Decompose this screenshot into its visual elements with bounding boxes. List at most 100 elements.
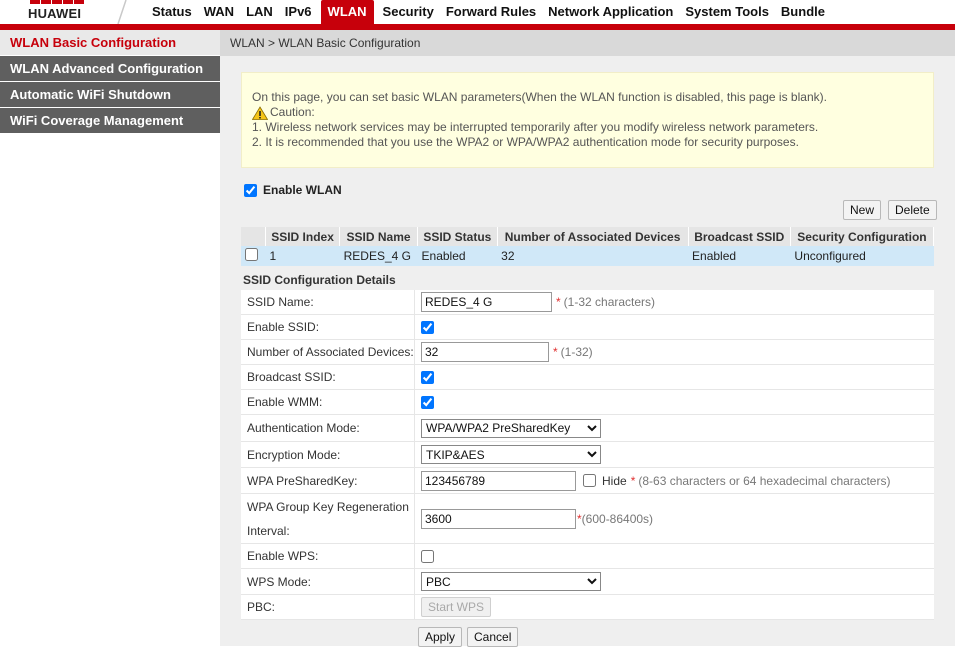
- pbc-label: PBC:: [241, 595, 415, 619]
- sidebar-item-wlan-basic[interactable]: WLAN Basic Configuration: [0, 30, 220, 55]
- broadcast-ssid-checkbox[interactable]: [421, 370, 434, 384]
- hide-key-label: Hide: [602, 473, 627, 488]
- associated-devices-label: Number of Associated Devices:: [241, 340, 415, 364]
- enable-wmm-checkbox[interactable]: [421, 395, 434, 409]
- group-key-label-line-1: WPA Group Key Regeneration: [247, 499, 409, 514]
- nav-tab-wan[interactable]: WAN: [198, 0, 240, 24]
- nav-tab-ipv6[interactable]: IPv6: [279, 0, 318, 24]
- table-row[interactable]: 1 REDES_4 G Enabled 32 Enabled Unconfigu…: [241, 246, 934, 266]
- ssid-details-form: SSID Name: * (1-32 characters) Enable SS…: [241, 290, 934, 620]
- huawei-flower-icon: [30, 0, 86, 4]
- top-nav: Status WAN LAN IPv6 WLAN Security Forwar…: [146, 0, 831, 24]
- brand-name: HUAWEI: [28, 6, 82, 21]
- group-key-interval-hint: (600-86400s): [581, 511, 654, 526]
- sidebar-item-wifi-coverage[interactable]: WiFi Coverage Management: [0, 108, 220, 133]
- huawei-logo: HUAWEI: [0, 0, 110, 24]
- notice-intro: On this page, you can set basic WLAN par…: [252, 90, 827, 104]
- enable-wmm-label: Enable WMM:: [241, 390, 415, 414]
- apply-button[interactable]: Apply: [418, 627, 463, 647]
- wps-mode-select[interactable]: PBC: [421, 572, 601, 591]
- encryption-mode-select[interactable]: TKIP&AES: [421, 445, 601, 464]
- wpa-presharedkey-hint: (8-63 characters or 64 hexadecimal chara…: [638, 473, 891, 488]
- authentication-mode-label: Authentication Mode:: [241, 415, 415, 441]
- row-broadcast-ssid: Broadcast SSID:: [241, 365, 934, 390]
- row-group-key-interval: WPA Group Key Regeneration Interval: * (…: [241, 494, 934, 544]
- row-pbc: PBC: Start WPS: [241, 595, 934, 620]
- notice-line-2: 2. It is recommended that you use the WP…: [252, 135, 799, 149]
- sidebar-item-wlan-advanced[interactable]: WLAN Advanced Configuration: [0, 56, 220, 81]
- main-content: WLAN > WLAN Basic Configuration On this …: [220, 30, 955, 647]
- nav-tab-network-application[interactable]: Network Application: [542, 0, 679, 24]
- nav-tab-status[interactable]: Status: [146, 0, 198, 24]
- enable-wlan-checkbox[interactable]: [244, 183, 257, 197]
- ssid-name-hint: (1-32 characters): [563, 295, 656, 309]
- enable-wlan-label: Enable WLAN: [263, 183, 342, 197]
- column-header-ssid-name: SSID Name: [339, 227, 419, 246]
- ssid-name-label: SSID Name:: [241, 290, 415, 314]
- row-ssid-name: SSID Name: * (1-32 characters): [241, 290, 934, 315]
- group-key-label-line-2: Interval:: [247, 523, 290, 538]
- notice-caution-label: Caution:: [270, 105, 315, 119]
- start-wps-button[interactable]: Start WPS: [421, 597, 492, 617]
- wpa-presharedkey-input[interactable]: [421, 470, 576, 491]
- required-marker: *: [553, 345, 558, 359]
- notice-line-1: 1. Wireless network services may be inte…: [252, 120, 819, 134]
- enable-ssid-checkbox[interactable]: [421, 320, 434, 334]
- column-header-security-configuration: Security Configuration: [790, 227, 935, 246]
- header: HUAWEI Status WAN LAN IPv6 WLAN Security…: [0, 0, 955, 30]
- associated-devices-hint: (1-32): [560, 345, 593, 359]
- group-key-interval-input[interactable]: [421, 508, 576, 529]
- enable-ssid-label: Enable SSID:: [241, 315, 415, 339]
- ssid-details-title: SSID Configuration Details: [243, 273, 396, 287]
- column-header-ssid-index: SSID Index: [265, 227, 341, 246]
- row-select-checkbox[interactable]: [245, 248, 258, 261]
- ssid-table: SSID Index SSID Name SSID Status Number …: [241, 227, 935, 266]
- sidebar-item-wifi-shutdown[interactable]: Automatic WiFi Shutdown: [0, 82, 220, 107]
- nav-tab-security[interactable]: Security: [377, 0, 440, 24]
- row-select-cell: [241, 246, 266, 266]
- cell-ssid-index: 1: [265, 246, 340, 266]
- nav-tab-wlan[interactable]: WLAN: [320, 0, 374, 24]
- associated-devices-input[interactable]: [421, 342, 549, 362]
- authentication-mode-select[interactable]: WPA/WPA2 PreSharedKey: [421, 418, 601, 438]
- required-marker: *: [630, 473, 636, 488]
- delete-button[interactable]: Delete: [888, 200, 937, 220]
- nav-tab-lan[interactable]: LAN: [240, 0, 279, 24]
- cell-security-configuration: Unconfigured: [790, 246, 934, 266]
- column-header-ssid-status: SSID Status: [417, 227, 498, 246]
- cell-associated-devices: 32: [497, 246, 689, 266]
- row-authentication-mode: Authentication Mode: WPA/WPA2 PreSharedK…: [241, 415, 934, 442]
- notice-box: On this page, you can set basic WLAN par…: [241, 72, 934, 168]
- row-encryption-mode: Encryption Mode: TKIP&AES: [241, 442, 934, 468]
- nav-tab-forward-rules[interactable]: Forward Rules: [440, 0, 542, 24]
- cancel-button[interactable]: Cancel: [467, 627, 519, 647]
- column-header-associated-devices: Number of Associated Devices: [497, 227, 689, 246]
- row-associated-devices: Number of Associated Devices: * (1-32): [241, 340, 934, 365]
- new-button[interactable]: New: [843, 200, 882, 220]
- cell-ssid-name: REDES_4 G: [339, 246, 418, 266]
- sidebar: WLAN Basic Configuration WLAN Advanced C…: [0, 30, 220, 646]
- enable-wps-label: Enable WPS:: [241, 544, 415, 568]
- cell-broadcast-ssid: Enabled: [688, 246, 791, 266]
- wps-mode-label: WPS Mode:: [241, 569, 415, 594]
- encryption-mode-label: Encryption Mode:: [241, 442, 415, 467]
- enable-wps-checkbox[interactable]: [421, 549, 434, 563]
- column-header-broadcast-ssid: Broadcast SSID: [688, 227, 791, 246]
- breadcrumb: WLAN > WLAN Basic Configuration: [220, 30, 955, 56]
- hide-key-checkbox[interactable]: [583, 474, 596, 487]
- ssid-name-input[interactable]: [421, 292, 552, 312]
- warning-icon: [252, 105, 268, 120]
- broadcast-ssid-label: Broadcast SSID:: [241, 365, 415, 389]
- group-key-interval-label: WPA Group Key Regeneration Interval:: [241, 494, 415, 543]
- row-wps-mode: WPS Mode: PBC: [241, 569, 934, 595]
- row-enable-wps: Enable WPS:: [241, 544, 934, 569]
- row-wpa-presharedkey: WPA PreSharedKey: Hide * (8-63 character…: [241, 468, 934, 494]
- select-column-header: [241, 227, 266, 246]
- nav-tab-bundle[interactable]: Bundle: [775, 0, 831, 24]
- header-divider-icon: [117, 0, 127, 24]
- ssid-table-header: SSID Index SSID Name SSID Status Number …: [241, 227, 935, 246]
- row-enable-wmm: Enable WMM:: [241, 390, 934, 415]
- nav-tab-system-tools[interactable]: System Tools: [679, 0, 775, 24]
- row-enable-ssid: Enable SSID:: [241, 315, 934, 340]
- wpa-presharedkey-label: WPA PreSharedKey:: [241, 468, 415, 493]
